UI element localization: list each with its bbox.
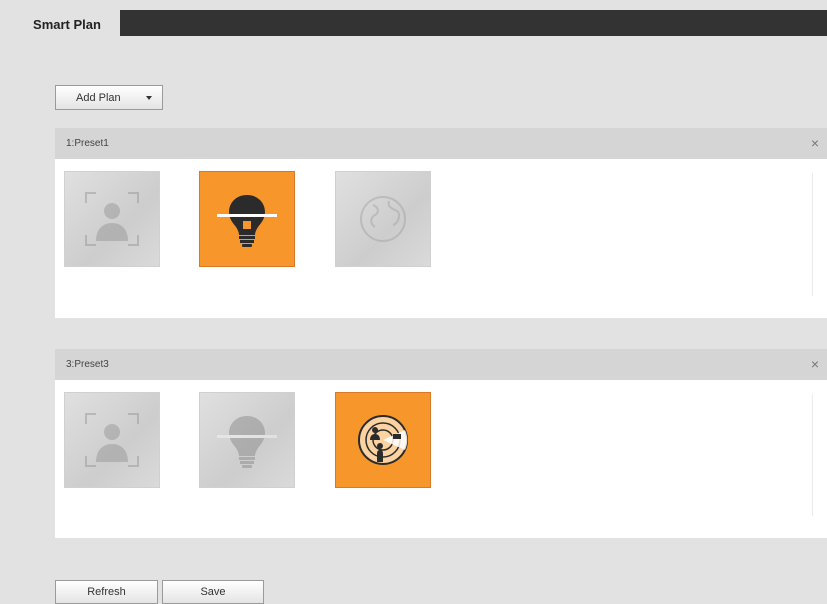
face-detection-tile[interactable]: [64, 171, 160, 267]
refresh-button[interactable]: Refresh: [55, 580, 158, 604]
tab-smart-plan[interactable]: Smart Plan: [14, 10, 120, 38]
preset-panel-1: 1:Preset1 ×: [55, 128, 827, 318]
add-plan-label: Add Plan: [76, 91, 121, 104]
preset-panel-3: 3:Preset3 ×: [55, 349, 827, 538]
face-detection-icon: [85, 192, 139, 246]
bulb-icon: [217, 416, 277, 468]
tab-bar: [14, 10, 827, 36]
globe-tile[interactable]: [335, 171, 431, 267]
close-icon[interactable]: ×: [811, 357, 819, 371]
bulb-tile[interactable]: [199, 392, 295, 488]
radar-tile[interactable]: [335, 392, 431, 488]
preset-title: 1:Preset1: [66, 138, 109, 149]
save-button[interactable]: Save: [162, 580, 264, 604]
chevron-down-icon: [146, 96, 152, 100]
preset-header: 3:Preset3 ×: [55, 349, 827, 380]
panel-divider: [812, 394, 813, 516]
face-detection-icon: [85, 413, 139, 467]
add-plan-dropdown[interactable]: Add Plan: [55, 85, 163, 110]
bulb-tile[interactable]: [199, 171, 295, 267]
radar-icon: [358, 415, 408, 465]
panel-divider: [812, 173, 813, 296]
close-icon[interactable]: ×: [811, 136, 819, 150]
face-detection-tile[interactable]: [64, 392, 160, 488]
preset-header: 1:Preset1 ×: [55, 128, 827, 159]
globe-icon: [360, 196, 406, 242]
bulb-icon: [217, 195, 277, 247]
preset-title: 3:Preset3: [66, 359, 109, 370]
